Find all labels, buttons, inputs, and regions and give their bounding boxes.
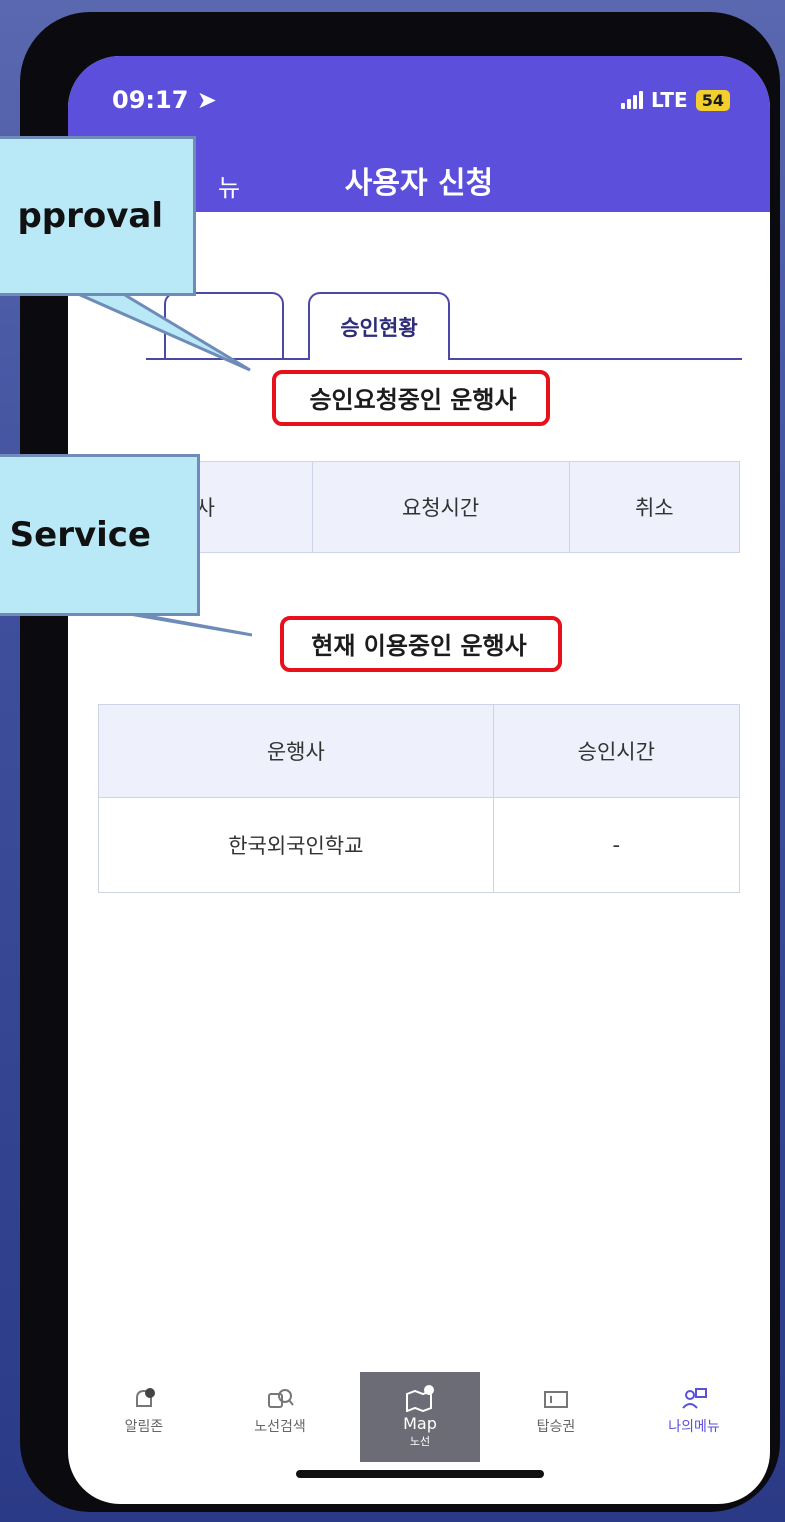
approval-callout: pproval	[0, 136, 196, 296]
service-callout: Service	[0, 454, 200, 616]
